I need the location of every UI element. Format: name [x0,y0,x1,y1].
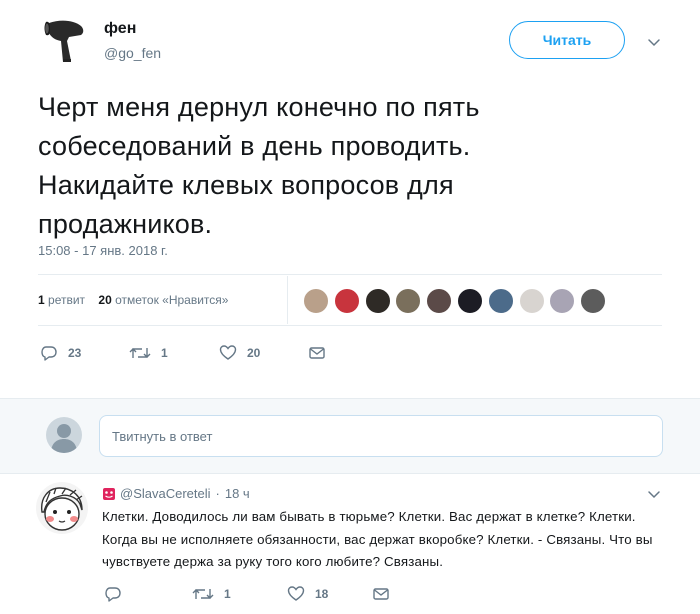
reply-direct-message-action[interactable] [373,585,399,603]
retweet-action[interactable]: 1 [129,344,168,362]
tweet-text: Черт меня дернул конечно по пять собесед… [38,92,480,239]
reply-action[interactable]: 23 [40,344,81,362]
retweets-count: 1 [38,293,45,307]
reply-author-handle[interactable]: @SlavaCereteli [120,486,211,501]
liker-avatar[interactable] [426,288,453,314]
cartoon-face-avatar-icon [41,487,83,531]
reply-icon [41,346,57,361]
tweet-timestamp[interactable]: 15:08 - 17 янв. 2018 г. [38,243,168,258]
current-user-avatar [46,417,82,453]
tweet-stats: 1 ретвит 20 отметок «Нравится» [38,293,228,307]
retweets-label: ретвит [48,293,86,307]
reply-tweet: @SlavaCereteli · 18 ч Клетки. Доводилось… [0,474,700,614]
reply-composer: Твитнуть в ответ [0,398,700,474]
retweet-count: 1 [161,346,168,360]
retweets-stat[interactable]: 1 ретвит [38,293,85,307]
retweet-icon [129,348,151,358]
reply-actions: 1 18 [0,585,700,605]
author-handle[interactable]: @go_fen [104,45,161,61]
reply-count: 23 [68,346,82,360]
divider [38,274,662,275]
liker-avatar[interactable] [364,288,391,314]
main-tweet: фен @go_fen Читать Черт меня дернул коне… [0,0,700,398]
follow-button[interactable]: Читать [509,21,625,59]
reply-icon [105,587,121,602]
reply-text: Клетки. Доводилось ли вам бывать в тюрьм… [102,509,653,569]
reply-retweet-count: 1 [224,587,231,601]
liker-avatar[interactable] [303,288,329,314]
liker-avatar[interactable] [580,288,607,314]
like-action[interactable]: 20 [219,344,260,362]
author-name[interactable]: фен [104,20,136,38]
author-avatar[interactable] [38,14,90,66]
tweet-actions: 23 1 20 [0,344,700,364]
tweet-menu-button[interactable] [646,34,662,50]
liker-avatar[interactable] [395,288,422,314]
reply-input[interactable]: Твитнуть в ответ [99,415,663,457]
liker-avatar[interactable] [549,288,576,314]
likes-label: отметок «Нравится» [115,293,229,307]
retweet-icon [192,589,214,599]
chevron-down-icon [648,491,660,499]
reply-meta: @SlavaCereteli · 18 ч [102,486,250,501]
liker-avatar[interactable] [333,288,360,314]
like-count: 20 [247,346,261,360]
liker-avatar[interactable] [518,288,545,314]
likes-count: 20 [98,293,112,307]
direct-message-action[interactable] [309,344,335,362]
reply-author-avatar[interactable] [36,482,88,534]
reply-retweet-action[interactable]: 1 [192,585,231,603]
emoji-badge-icon [103,487,115,500]
stats-separator [287,276,288,324]
reply-time[interactable]: 18 ч [225,486,250,501]
reply-input-placeholder: Твитнуть в ответ [112,429,213,444]
likers-avatars [303,288,611,314]
reply-like-count: 18 [315,587,329,601]
user-placeholder-icon [51,424,77,453]
liker-avatar[interactable] [456,288,483,314]
hair-dryer-avatar-icon [44,20,84,63]
liker-avatar[interactable] [487,288,514,314]
reply-menu-button[interactable] [646,486,662,502]
direct-message-icon [309,347,325,359]
direct-message-icon [373,588,389,600]
divider [38,325,662,326]
meta-separator: · [215,486,220,501]
likes-stat[interactable]: 20 отметок «Нравится» [98,293,228,307]
like-icon [287,586,305,601]
like-icon [219,345,237,360]
reply-like-action[interactable]: 18 [287,585,328,603]
reply-reply-action[interactable] [104,585,132,603]
chevron-down-icon [648,39,660,47]
